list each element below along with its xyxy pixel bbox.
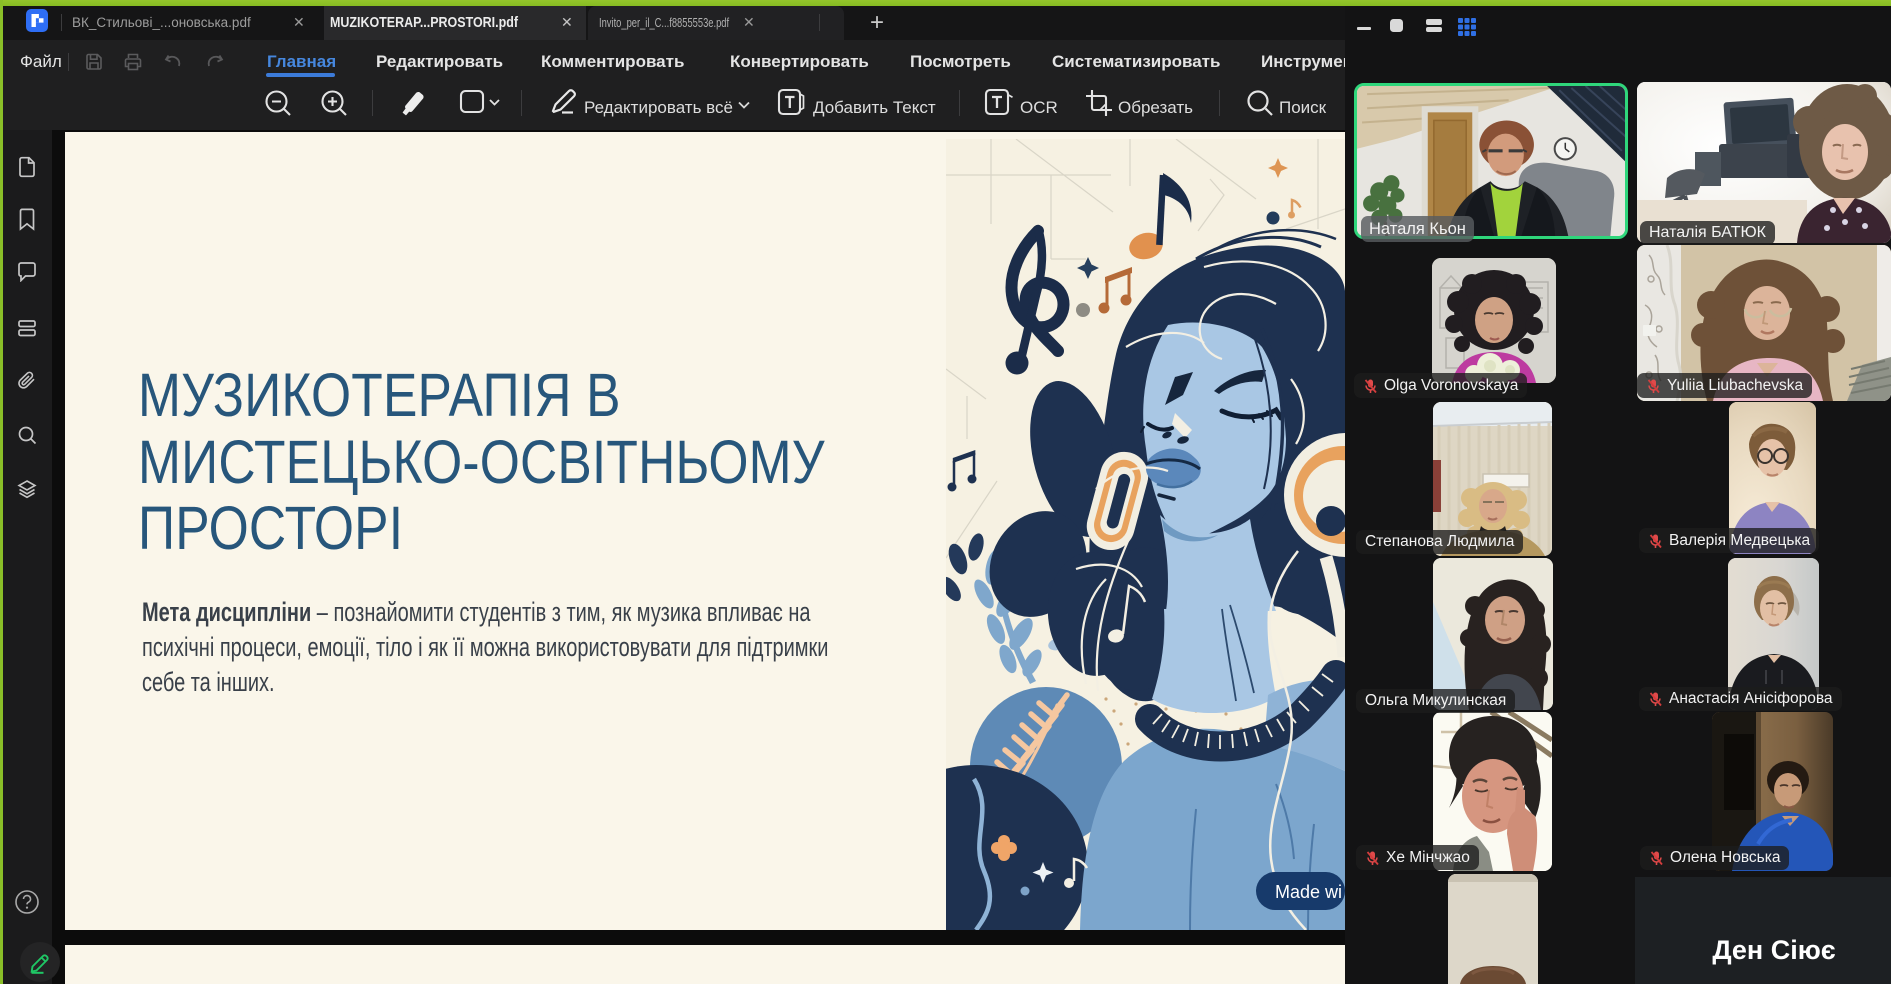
svg-text:Made wi: Made wi [1275, 882, 1342, 902]
